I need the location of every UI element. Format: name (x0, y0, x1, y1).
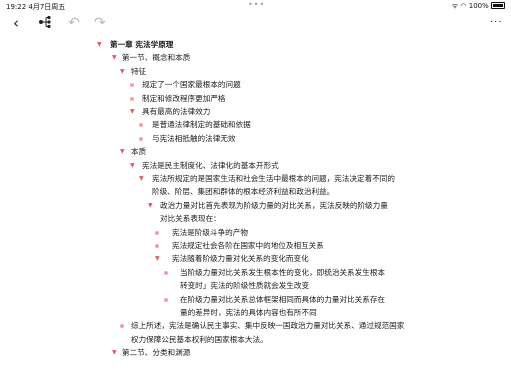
redo-icon[interactable]: ↷ (94, 13, 106, 33)
outline-item[interactable]: ▼ 宪法所规定的是国家生活和社会生活中最根本的问题，宪法决定着不同的阶级、阶层、集… (0, 172, 511, 199)
outline-tree: ▼ 第一章 宪法学原理 ▼ 第一节、概念和本质 ▼ 特征规定了一个国家最根本的问题 制定和修… (0, 38, 511, 360)
collapse-triangle-icon[interactable]: ▼ (130, 105, 135, 118)
wifi-icon: ◠ (460, 2, 467, 10)
outline-item-text: 宪法随着阶级力量对化关系的变化而变化 (172, 254, 309, 264)
outline-item-text: 具有最高的法律效力 (142, 106, 211, 116)
collapse-triangle-icon[interactable]: ▼ (148, 199, 153, 212)
collapse-triangle-icon[interactable]: ▼ (112, 51, 117, 64)
outline-item-text: 在阶级力量对比关系总体框架相同而具体的力量对比关系存在量的差异时，宪法的具体内容… (180, 294, 386, 317)
outline-item[interactable]: ▼ 本质 (0, 145, 511, 158)
collapse-triangle-icon[interactable]: ▼ (120, 145, 125, 158)
bullet-dot-icon (164, 270, 168, 275)
chevron-left-icon[interactable]: ‹ (13, 13, 19, 33)
outline-item-text: 宪法规定社会各阶在国家中的地位及相互关系 (172, 240, 324, 250)
outline-item-text: 第二节、分类和渊源 (122, 348, 191, 358)
outline-item[interactable]: ▼ 第二节、分类和渊源 (0, 346, 511, 359)
undo-icon[interactable]: ↶ (68, 13, 80, 33)
status-bar: 19:22 4月7日周五 ••• ᯤ ◠ 100% (0, 0, 511, 12)
collapse-triangle-icon[interactable]: ▼ (139, 172, 144, 185)
outline-item-text: 第一章 宪法学原理 (110, 40, 174, 49)
bullet-dot-icon (130, 83, 134, 88)
outline-item[interactable]: 是普通法律制定的基础和依据 (0, 118, 511, 131)
outline-item[interactable]: 宪法是阶级斗争的产物 (0, 226, 511, 239)
bullet-dot-icon (155, 243, 159, 248)
outline-item-text: 特征 (131, 66, 147, 76)
outline-item-text: 综上所述，宪法是确认民主事实、集中反映一国政治力量对比关系、通过规范国家权力保障… (131, 321, 405, 344)
outline-item[interactable]: ▼ 第一节、概念和本质 (0, 51, 511, 64)
signal-icon: ᯤ (451, 2, 459, 10)
collapse-triangle-icon[interactable]: ▼ (155, 252, 160, 265)
outline-item[interactable]: ▼ 宪法随着阶级力量对化关系的变化而变化 (0, 252, 511, 265)
outline-item[interactable]: ▼ 具有最高的法律效力 (0, 105, 511, 118)
outline-item[interactable]: 在阶级力量对比关系总体框架相同而具体的力量对比关系存在量的差异时，宪法的具体内容… (0, 293, 511, 320)
bullet-dot-icon (164, 297, 168, 302)
status-time: 19:22 4月7日周五 (6, 3, 66, 11)
outline-item-text: 本质 (131, 147, 147, 157)
outline-item[interactable]: ▼ 特征 (0, 65, 511, 78)
collapse-triangle-icon[interactable]: ▼ (112, 346, 117, 359)
outline-item[interactable]: 与宪法相抵触的法律无效 (0, 132, 511, 145)
outline-item[interactable]: 规定了一个国家最根本的问题 (0, 78, 511, 91)
outline-item-text: 第一节、概念和本质 (122, 53, 191, 63)
outline-item-text: 是普通法律制定的基础和依据 (152, 120, 251, 130)
bullet-dot-icon (139, 123, 143, 128)
bullet-dot-icon (155, 230, 159, 235)
outline-item-text: 宪法所规定的是国家生活和社会生活中最根本的问题，宪法决定着不同的阶级、阶层、集团… (152, 173, 395, 197)
outline-item-text: 当阶级力量对比关系发生根本性的变化，即统治关系发生根本转变时」宪法的阶级性质就会… (180, 267, 386, 291)
mindmap-icon[interactable] (38, 13, 52, 33)
outline-item-text: 宪法是阶级斗争的产物 (172, 227, 248, 237)
outline-item[interactable]: 当阶级力量对比关系发生根本性的变化，即统治关系发生根本转变时」宪法的阶级性质就会… (0, 266, 511, 293)
outline-item-text: 政治力量对比首先表现为阶级力量的对比关系，宪法反映的阶级力量对比关系表现在： (160, 200, 388, 224)
collapse-triangle-icon[interactable]: ▼ (120, 65, 125, 78)
bullet-dot-icon (139, 136, 143, 141)
battery-icon (491, 2, 505, 9)
outline-item-text: 宪法是民主制度化、法律化的基本开形式 (142, 160, 279, 170)
bullet-dot-icon (130, 96, 134, 101)
more-icon[interactable]: ··· (490, 13, 503, 33)
collapse-triangle-icon[interactable]: ▼ (97, 38, 102, 51)
outline-item[interactable]: ▼ 宪法是民主制度化、法律化的基本开形式 (0, 159, 511, 172)
outline-item-text: 与宪法相抵触的法律无效 (152, 133, 236, 143)
toolbar: ‹ ↶ ↷ ··· (0, 13, 511, 33)
status-right: ᯤ ◠ 100% (452, 2, 505, 11)
outline-item[interactable]: ▼ 政治力量对比首先表现为阶级力量的对比关系，宪法反映的阶级力量对比关系表现在： (0, 199, 511, 226)
outline-item[interactable]: 综上所述，宪法是确认民主事实、集中反映一国政治力量对比关系、通过规范国家权力保障… (0, 319, 511, 346)
battery-percent: 100% (468, 2, 489, 10)
outline-item[interactable]: ▼ 第一章 宪法学原理 (0, 38, 511, 51)
status-dots: ••• (248, 0, 266, 9)
outline-item-text: 规定了一个国家最根本的问题 (142, 80, 241, 90)
outline-item[interactable]: 宪法规定社会各阶在国家中的地位及相互关系 (0, 239, 511, 252)
outline-item[interactable]: 制定和修改程序更加严格 (0, 92, 511, 105)
bullet-dot-icon (120, 324, 124, 329)
outline-item-text: 制定和修改程序更加严格 (142, 93, 226, 103)
collapse-triangle-icon[interactable]: ▼ (130, 159, 135, 172)
